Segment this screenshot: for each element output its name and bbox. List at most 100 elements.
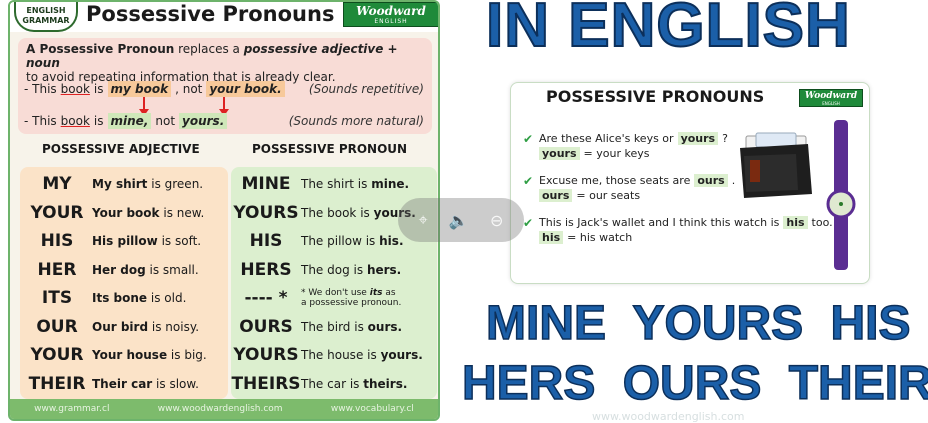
example-keys: ✔ Are these Alice's keys or yours? yours… <box>523 131 728 161</box>
example-meaning: = his watch <box>567 231 633 244</box>
column-header-pronoun: POSSESSIVE PRONOUN <box>252 142 408 156</box>
pronoun-chip: his <box>783 216 808 229</box>
adjective-row: MY My shirt is green. <box>22 170 203 198</box>
adjective-word: YOUR <box>30 202 84 223</box>
highlight-yours: yours. <box>179 113 228 129</box>
pronoun-word: YOURS <box>233 345 299 365</box>
footer-url: www.grammar.cl <box>34 404 110 414</box>
pronoun-chip: yours <box>677 132 719 145</box>
explain-verb: replaces a <box>178 42 240 56</box>
adjective-example: Their car is slow. <box>92 376 199 391</box>
card-title: POSSESSIVE PRONOUNS <box>546 87 765 106</box>
minus-circle-icon[interactable]: ⊖ <box>490 211 503 230</box>
pronoun-example: The house is yours. <box>301 348 423 362</box>
example-repetitive: - This book is my book , not your book. <box>24 81 285 97</box>
highlight-mine: mine, <box>107 113 152 129</box>
adjective-row: ITS Its bone is old. <box>22 284 186 312</box>
pronoun-example: The dog is hers. <box>301 262 402 277</box>
pronoun-word: ---- * <box>244 288 288 308</box>
example-meaning: = our seats <box>576 189 641 202</box>
watch-icon <box>826 120 856 270</box>
adjective-example: Its bone is old. <box>92 291 187 305</box>
pronoun-word: HERS <box>240 259 292 280</box>
adjective-word: HER <box>37 259 77 280</box>
pronoun-example: The bird is ours. <box>301 319 403 334</box>
example-noun: book <box>60 114 90 128</box>
example-lead: - This <box>24 114 57 128</box>
logo-sub: ENGLISH <box>374 17 408 25</box>
arrow-down-icon <box>219 97 229 116</box>
example-watch: ✔ This is Jack's wallet and I think this… <box>523 215 833 245</box>
its-note: * We don't use its as a possessive pronou… <box>301 288 402 308</box>
footer-url: www.vocabulary.cl <box>330 404 414 414</box>
highlight-my-book: my book <box>107 81 172 97</box>
woodward-logo: Woodward ENGLISH <box>343 2 438 27</box>
adjective-row: HIS His pillow is soft. <box>22 227 202 255</box>
example-lead: - This <box>24 82 57 96</box>
adjective-word: MY <box>42 174 72 194</box>
pronoun-word: HIS <box>249 231 283 251</box>
note-repetitive: (Sounds repetitive) <box>308 82 424 96</box>
badge-line1: ENGLISH <box>26 6 66 15</box>
example-end: ? <box>722 132 728 145</box>
pronoun-row: HERS The dog is hers. <box>231 256 401 284</box>
big-title: IN ENGLISH <box>485 0 851 61</box>
example-is: is <box>93 114 104 128</box>
right-footer-url: www.woodwardenglish.com <box>592 410 745 423</box>
pronoun-chip: ours <box>539 189 573 202</box>
pronoun-row: OURS The bird is ours. <box>231 313 402 341</box>
example-not: , not <box>175 82 203 96</box>
adjective-word: THEIR <box>28 373 86 394</box>
checkmark-icon: ✔ <box>523 173 534 188</box>
adjective-example: Your book is new. <box>92 205 205 220</box>
adjective-example: Our bird is noisy. <box>92 319 200 334</box>
pronoun-example: The shirt is mine. <box>301 177 410 191</box>
pronoun-chip: ours <box>694 174 728 187</box>
highlight-your-book: your book. <box>206 81 285 97</box>
adjective-example: Your house is big. <box>92 348 207 362</box>
volume-icon[interactable]: 🔈 <box>449 211 469 230</box>
example-is: is <box>93 82 104 96</box>
pronoun-row: THEIRS The car is theirs. <box>231 370 407 398</box>
example-end: . <box>731 174 736 187</box>
infographic-footer: www.grammar.cl www.woodwardenglish.com w… <box>10 399 438 419</box>
pronoun-list-line1: MINE YOURS HIS <box>485 296 911 351</box>
pronoun-example: The pillow is his. <box>301 234 404 248</box>
checkmark-icon: ✔ <box>523 215 534 230</box>
adjective-row: HER Her dog is small. <box>22 256 199 284</box>
pronoun-word: YOURS <box>233 202 299 223</box>
adjective-row: OUR Our bird is noisy. <box>22 313 199 341</box>
example-not: not <box>155 114 176 128</box>
card-woodward-logo: Woodward ENGLISH <box>799 89 863 107</box>
adjective-row: YOUR Your book is new. <box>22 199 204 227</box>
example-natural: - This book is mine, not yours. <box>24 113 228 129</box>
video-overlay-controls[interactable]: ⌖ 🔈 ⊖ <box>398 198 524 242</box>
adjective-word: YOUR <box>30 345 84 365</box>
pronoun-word: MINE <box>241 174 291 194</box>
adjective-example: His pillow is soft. <box>92 234 202 248</box>
footer-url: www.woodwardenglish.com <box>157 404 283 414</box>
column-header-adjective: POSSESSIVE ADJECTIVE <box>42 142 200 156</box>
example-noun: book <box>60 82 90 96</box>
adjective-example: My shirt is green. <box>92 177 204 191</box>
adjective-row: YOUR Your house is big. <box>22 341 207 369</box>
pronoun-example: The car is theirs. <box>301 376 408 391</box>
pronoun-row: MINE The shirt is mine. <box>231 170 409 198</box>
pronoun-chip: his <box>539 231 564 244</box>
pronoun-row: YOURS The house is yours. <box>231 341 423 369</box>
adjective-row: THEIR Their car is slow. <box>22 370 199 398</box>
pronoun-row: HIS The pillow is his. <box>231 227 404 255</box>
card-logo-sub: ENGLISH <box>822 100 840 106</box>
example-meaning: = your keys <box>583 147 650 160</box>
example-sentence: This is Jack's wallet and I think this w… <box>539 216 780 229</box>
example-seats: ✔ Excuse me, those seats are ours. ours … <box>523 173 735 203</box>
explain-term: A Possessive Pronoun <box>26 42 175 56</box>
arrow-down-icon <box>139 97 149 116</box>
adjective-example: Her dog is small. <box>92 262 199 277</box>
card-logo-name: Woodward <box>804 90 858 101</box>
adjective-word: ITS <box>41 288 73 308</box>
pronoun-chip: yours <box>539 147 580 160</box>
logo-name: Woodward <box>356 3 426 18</box>
pronoun-row: ---- * * We don't use its as a possessive … <box>231 284 401 312</box>
infographic-title: Possessive Pronouns <box>86 2 335 26</box>
